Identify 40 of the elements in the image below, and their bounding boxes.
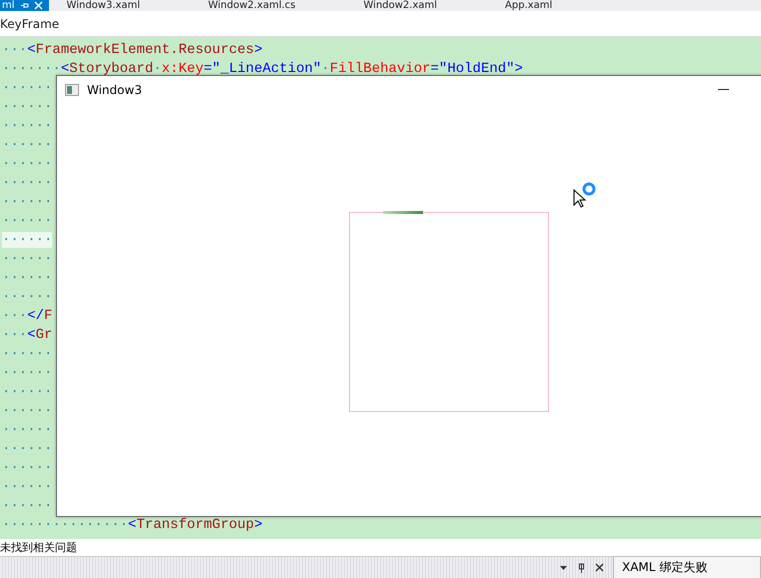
status-text: 未找到相关问题: [0, 540, 77, 555]
document-tab[interactable]: Window2.xaml: [356, 0, 446, 11]
code-line: ······: [1, 288, 52, 307]
breadcrumb[interactable]: KeyFrame: [0, 16, 60, 30]
busy-cursor-icon: [573, 182, 597, 210]
close-icon[interactable]: [595, 563, 604, 572]
code-line: ······: [1, 98, 52, 117]
code-line: ······: [1, 345, 52, 364]
code-line: ······: [1, 383, 52, 402]
code-line: ···············<TransformGroup>: [1, 516, 262, 535]
code-line: ······: [1, 440, 52, 459]
code-line: ······: [1, 478, 52, 497]
pin-icon[interactable]: [577, 562, 586, 572]
code-line: ···<Gr: [1, 326, 52, 345]
code-line: ···<FrameworkElement.Resources>: [1, 41, 262, 60]
code-line: ······: [1, 155, 52, 174]
panel-tab[interactable]: XAML 绑定失败: [613, 556, 761, 578]
code-line: ······: [1, 497, 52, 516]
document-tab[interactable]: Window3.xaml: [58, 0, 148, 11]
code-line: ······: [1, 364, 52, 383]
code-line: ······: [1, 117, 52, 136]
line-stroke: [383, 211, 423, 214]
code-line: ······: [1, 136, 52, 155]
code-line: ······: [1, 250, 52, 269]
minimize-icon[interactable]: [718, 89, 729, 91]
window-icon: [65, 84, 79, 96]
dropdown-icon[interactable]: [559, 563, 568, 572]
code-line: ·······<Storyboard·x:Key="_LineAction"·FillBehavior="HoldEnd">: [1, 60, 523, 79]
code-line: ······: [1, 174, 52, 193]
code-line: ······: [1, 193, 52, 212]
code-line: ······: [1, 79, 52, 98]
document-tab[interactable]: Window2.xaml.cs: [200, 0, 304, 11]
document-tab[interactable]: App.xaml: [497, 0, 560, 11]
code-line: ······: [1, 212, 52, 231]
code-line: ······: [1, 269, 52, 288]
window-title: Window3: [87, 83, 143, 97]
code-line: ······: [1, 402, 52, 421]
code-line: ······: [1, 421, 52, 440]
code-line: ······: [1, 459, 52, 478]
code-line: ···</F: [1, 307, 52, 326]
